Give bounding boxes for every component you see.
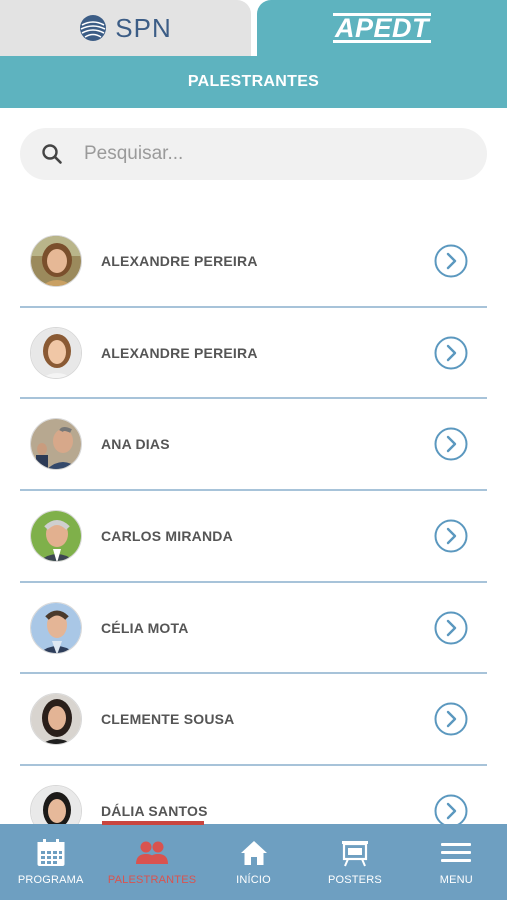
search-input[interactable]: [84, 143, 444, 165]
avatar: [30, 326, 82, 379]
speaker-name: ALEXANDRE PEREIRA: [101, 252, 258, 269]
chevron-right-icon[interactable]: [434, 611, 468, 645]
avatar: [30, 234, 82, 287]
speaker-list: ALEXANDRE PEREIRA ALEXANDRE PEREIRA ANA …: [20, 216, 487, 858]
avatar: [30, 601, 82, 654]
chevron-right-icon[interactable]: [434, 427, 468, 461]
bottom-nav: PROGRAMA PALESTRANTES INÍCIO POSTERS MEN…: [0, 821, 507, 900]
search-icon: [20, 143, 84, 165]
nav-label: PROGRAMA: [17, 874, 84, 886]
section-header: PALESTRANTES: [0, 56, 507, 108]
speaker-name: DÁLIA SANTOS: [101, 802, 208, 819]
search-bar: [20, 128, 487, 180]
nav-item-palestrantes[interactable]: PALESTRANTES: [101, 824, 202, 900]
chevron-right-icon[interactable]: [434, 794, 468, 828]
presentation-board-icon: [341, 841, 368, 867]
calendar-icon: [37, 839, 65, 866]
nav-item-programa[interactable]: PROGRAMA: [0, 824, 101, 900]
speaker-name: ALEXANDRE PEREIRA: [101, 344, 258, 361]
avatar: [30, 509, 82, 562]
tab-spn-label: SPN: [115, 12, 172, 43]
app-root: SPN APEDT PALESTRANTES Pesquisar... ALEX…: [0, 0, 507, 900]
nav-label: POSTERS: [327, 874, 382, 886]
list-item[interactable]: ALEXANDRE PEREIRA: [20, 216, 487, 308]
hamburger-icon: [441, 843, 472, 862]
list-item[interactable]: ALEXANDRE PEREIRA: [20, 308, 487, 400]
tab-apedt-label: APEDT: [332, 13, 431, 43]
list-item[interactable]: CÉLIA MOTA: [20, 583, 487, 675]
chevron-right-icon[interactable]: [434, 244, 468, 278]
org-tabs: SPN APEDT: [0, 0, 507, 56]
speaker-name: CLEMENTE SOUSA: [101, 711, 235, 728]
page-title: PALESTRANTES: [187, 73, 320, 90]
list-item[interactable]: ANA DIAS: [20, 399, 487, 492]
speaker-name: CÉLIA MOTA: [101, 619, 189, 636]
chevron-right-icon[interactable]: [434, 519, 468, 553]
nav-label: PALESTRANTES: [107, 874, 197, 886]
nav-item-inicio[interactable]: INÍCIO: [203, 824, 304, 900]
nav-label: INÍCIO: [236, 874, 271, 886]
avatar: [30, 418, 82, 471]
avatar: [30, 693, 82, 746]
nav-item-menu[interactable]: MENU: [406, 824, 507, 900]
nav-label: MENU: [439, 874, 473, 886]
spn-logo: SPN: [79, 13, 171, 44]
nav-item-posters[interactable]: POSTERS: [304, 824, 405, 900]
list-item[interactable]: CLEMENTE SOUSA: [20, 674, 487, 767]
tab-spn[interactable]: SPN: [0, 0, 251, 56]
home-icon: [240, 841, 267, 865]
spn-globe-icon: [80, 15, 107, 41]
chevron-right-icon[interactable]: [434, 336, 468, 370]
speaker-name: ANA DIAS: [101, 436, 170, 453]
list-item[interactable]: CARLOS MIRANDA: [20, 491, 487, 583]
people-icon: [136, 841, 169, 864]
chevron-right-icon[interactable]: [434, 702, 468, 736]
speaker-name: CARLOS MIRANDA: [101, 527, 233, 544]
tab-apedt[interactable]: APEDT: [257, 0, 507, 56]
